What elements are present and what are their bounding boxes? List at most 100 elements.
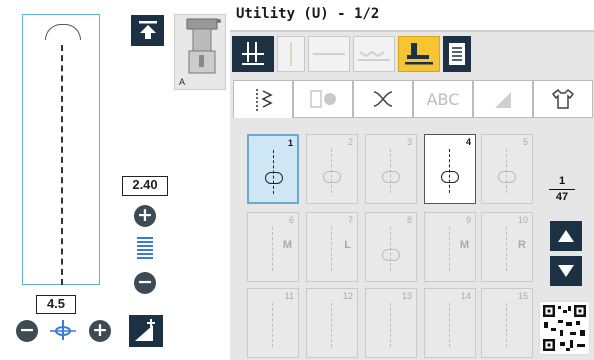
stitch-line bbox=[61, 45, 63, 285]
stitch-number: 12 bbox=[342, 291, 353, 301]
tab-buttonholes[interactable] bbox=[293, 80, 353, 118]
stitch-number: 9 bbox=[465, 215, 471, 225]
stitch-button[interactable]: 9M bbox=[424, 212, 476, 282]
screen-header: Utility (U) - 1/2 bbox=[230, 0, 594, 32]
width-plus-button[interactable]: + bbox=[134, 205, 156, 227]
stitch-button[interactable]: 8 bbox=[365, 212, 417, 282]
stitch-button[interactable]: 11 bbox=[247, 288, 299, 358]
stitch-number: 6 bbox=[288, 215, 294, 225]
stitch-ruler-icon bbox=[313, 53, 345, 55]
stitch-width-value: 2.40 bbox=[122, 176, 168, 196]
center-needle-icon bbox=[50, 320, 76, 340]
stitch-number: 11 bbox=[284, 291, 294, 301]
stitch-pattern-icon bbox=[449, 227, 450, 271]
stitch-button[interactable]: 5 bbox=[481, 134, 533, 204]
page-indicator: 1 47 bbox=[549, 175, 575, 203]
page-title: Utility (U) - 1/2 bbox=[236, 6, 380, 22]
function-toolbar bbox=[232, 36, 471, 76]
needle-thread-icon bbox=[290, 42, 292, 66]
needle-mode-icon bbox=[242, 42, 264, 65]
stitch-pattern-icon bbox=[506, 303, 507, 347]
bobbin-icon bbox=[382, 171, 400, 183]
width-minus-button[interactable]: − bbox=[134, 272, 156, 294]
needle-thread-button[interactable] bbox=[277, 36, 305, 72]
foot-code: A bbox=[179, 77, 186, 87]
utility-stitch-icon bbox=[256, 88, 273, 111]
position-plus-button[interactable]: + bbox=[89, 320, 111, 342]
tab-quilting[interactable] bbox=[473, 80, 533, 118]
bobbin-icon bbox=[265, 172, 283, 184]
stitch-number: 10 bbox=[517, 215, 528, 225]
stitch-number: 13 bbox=[401, 291, 412, 301]
page-down-button[interactable] bbox=[550, 256, 582, 286]
feed-dog-button[interactable] bbox=[353, 36, 395, 72]
stitch-button[interactable]: 6M bbox=[247, 212, 299, 282]
sewing-utility-screen: A 2.40 + − 4.5 − + Utility (U) - 1/2 ABC… bbox=[0, 0, 594, 360]
stitch-pattern-icon bbox=[449, 303, 450, 347]
page-up-button[interactable] bbox=[550, 221, 582, 251]
stitch-pattern-icon bbox=[390, 303, 391, 347]
stitch-number: 15 bbox=[517, 291, 528, 301]
stitch-pattern-icon bbox=[506, 227, 507, 271]
stitch-pattern-icon bbox=[331, 227, 332, 271]
stitch-letter: M bbox=[459, 239, 469, 251]
tab-utility-stitches[interactable] bbox=[233, 80, 293, 118]
stitch-category-tabs: ABC bbox=[233, 80, 594, 118]
tab-letters[interactable]: ABC bbox=[413, 80, 473, 118]
memory-button[interactable] bbox=[443, 36, 471, 72]
bobbin-icon bbox=[323, 171, 341, 183]
presser-foot-arc bbox=[45, 24, 81, 40]
position-minus-button[interactable]: − bbox=[16, 320, 38, 342]
stitch-length-button[interactable] bbox=[308, 36, 350, 72]
needle-position-icon bbox=[138, 20, 157, 39]
tab-decorative[interactable] bbox=[353, 80, 413, 118]
arrow-down-icon bbox=[558, 265, 574, 277]
memory-card-icon bbox=[449, 43, 465, 65]
quilting-icon bbox=[495, 92, 511, 108]
needle-mode-button[interactable] bbox=[232, 36, 274, 72]
stitch-button[interactable]: 7L bbox=[306, 212, 358, 282]
stitch-button[interactable]: 10 R bbox=[481, 212, 533, 282]
stitch-letter: M bbox=[282, 239, 292, 251]
stitch-button[interactable]: 14 bbox=[424, 288, 476, 358]
qr-code-icon bbox=[539, 301, 590, 355]
stitch-letter: R bbox=[518, 239, 526, 251]
stitch-number: 3 bbox=[406, 137, 412, 147]
stitch-number: 4 bbox=[465, 137, 471, 147]
stitch-button[interactable]: 13 bbox=[365, 288, 417, 358]
decorative-stitch-icon bbox=[373, 91, 393, 107]
presser-foot-lift-icon bbox=[405, 43, 433, 65]
tab-garments[interactable] bbox=[533, 80, 593, 118]
needle-position-value: 4.5 bbox=[36, 295, 76, 314]
stitch-number: 8 bbox=[406, 215, 412, 225]
presser-foot-image: A bbox=[174, 14, 226, 90]
twin-needle-icon bbox=[135, 319, 155, 341]
bobbin-icon bbox=[498, 171, 516, 183]
page-current: 1 bbox=[558, 175, 566, 187]
stitch-number: 14 bbox=[460, 291, 471, 301]
stitch-preview bbox=[22, 14, 100, 285]
stitch-button[interactable]: 3 bbox=[365, 134, 417, 204]
stitch-length-icon bbox=[137, 237, 153, 261]
feed-dog-icon bbox=[358, 50, 390, 61]
stitch-button[interactable]: 1 bbox=[247, 134, 299, 204]
buttonhole-icon bbox=[310, 90, 336, 108]
shirt-icon bbox=[551, 88, 575, 109]
stitch-number: 5 bbox=[522, 137, 528, 147]
arrow-up-icon bbox=[558, 230, 574, 242]
twin-needle-button[interactable] bbox=[129, 315, 163, 347]
stitch-pattern-icon bbox=[331, 303, 332, 347]
letters-label: ABC bbox=[426, 89, 460, 109]
stitch-button[interactable]: 15 bbox=[481, 288, 533, 358]
presser-foot-button[interactable] bbox=[398, 36, 440, 72]
stitch-button[interactable]: 4 bbox=[424, 134, 476, 204]
page-total: 47 bbox=[549, 189, 575, 203]
stitch-pattern-icon bbox=[272, 227, 273, 271]
bobbin-icon bbox=[441, 171, 459, 183]
stitch-button[interactable]: 2 bbox=[306, 134, 358, 204]
stitch-button[interactable]: 12 bbox=[306, 288, 358, 358]
needle-up-down-button[interactable] bbox=[131, 15, 164, 46]
bobbin-icon bbox=[382, 249, 400, 261]
stitch-pattern-icon bbox=[272, 303, 273, 347]
stitch-number: 2 bbox=[347, 137, 353, 147]
